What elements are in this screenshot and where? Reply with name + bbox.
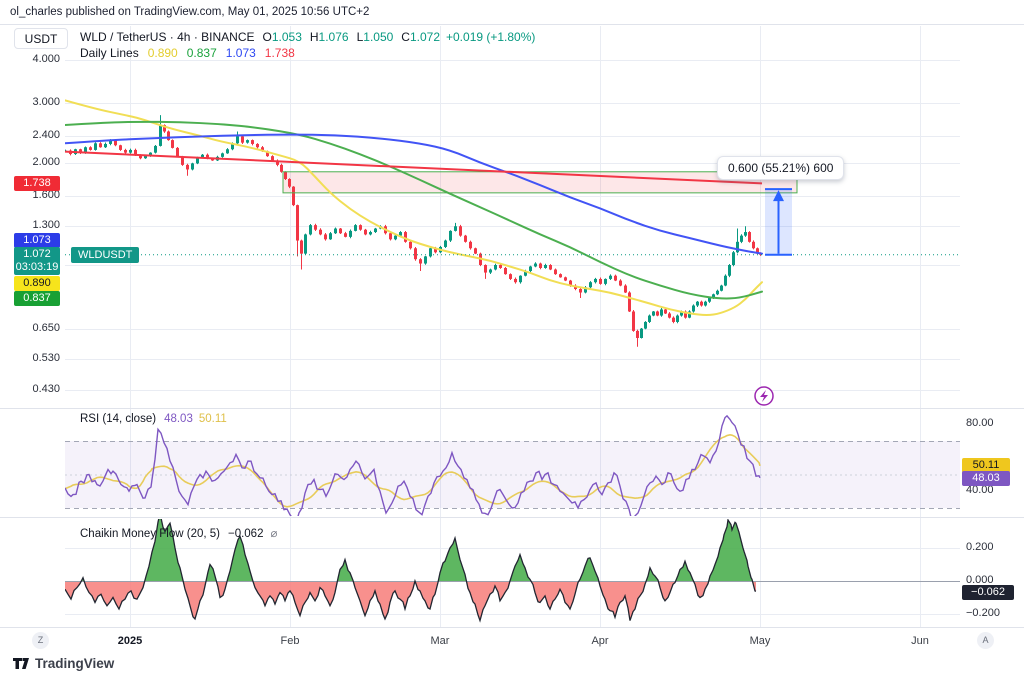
- measure-tooltip: 0.600 (55.21%) 600: [717, 156, 844, 180]
- currency-toggle-button[interactable]: USDT: [14, 28, 68, 49]
- daily-lines-title[interactable]: Daily Lines: [80, 46, 139, 60]
- open-label: O: [263, 30, 272, 44]
- tradingview-chart-page: ol_charles published on TradingView.com,…: [0, 0, 1024, 684]
- rsi-value: 48.03: [164, 413, 193, 425]
- daily-line-yellow-value: 0.890: [148, 46, 178, 60]
- daily-line-red-value: 1.738: [265, 46, 295, 60]
- tradingview-logo[interactable]: TradingView: [12, 656, 114, 671]
- low-value: 1.050: [363, 30, 393, 44]
- open-value: 1.053: [272, 30, 302, 44]
- rsi-ma-value: 50.11: [199, 413, 227, 425]
- daily-lines-legend: Daily Lines 0.890 0.837 1.073 1.738: [80, 46, 295, 60]
- close-label: C: [401, 30, 410, 44]
- tradingview-logo-icon: [12, 656, 30, 671]
- rsi-title[interactable]: RSI (14, close): [80, 413, 156, 425]
- chart-canvas[interactable]: [0, 0, 1024, 684]
- high-label: H: [310, 30, 319, 44]
- change-value: +0.019 (+1.80%): [446, 30, 535, 44]
- cmf-value: −0.062: [228, 528, 264, 540]
- close-value: 1.072: [410, 30, 440, 44]
- hide-indicator-icon[interactable]: ⌀: [270, 528, 277, 540]
- scroll-left-button[interactable]: Z: [32, 632, 49, 649]
- high-value: 1.076: [319, 30, 349, 44]
- tradingview-logo-text: TradingView: [35, 656, 114, 671]
- symbol-price-tag: WLDUSDT: [71, 247, 139, 263]
- lightning-event-icon[interactable]: [755, 387, 773, 405]
- ma-blue-line: [65, 135, 762, 254]
- ma-green-line: [65, 122, 762, 299]
- daily-line-blue-value: 1.073: [226, 46, 256, 60]
- scroll-right-button[interactable]: A: [977, 632, 994, 649]
- daily-line-green-value: 0.837: [187, 46, 217, 60]
- price-range-tool[interactable]: [765, 189, 792, 255]
- symbol-legend: WLD / TetherUS · 4h · BINANCEO1.053H1.07…: [80, 30, 535, 44]
- rsi-legend: RSI (14, close) 48.03 50.11: [80, 413, 227, 425]
- candles-layer: [64, 115, 762, 347]
- cmf-title[interactable]: Chaikin Money Flow (20, 5): [80, 528, 220, 540]
- symbol-title[interactable]: WLD / TetherUS · 4h · BINANCE: [80, 30, 255, 44]
- cmf-legend: Chaikin Money Flow (20, 5) −0.062 ⌀: [80, 526, 277, 540]
